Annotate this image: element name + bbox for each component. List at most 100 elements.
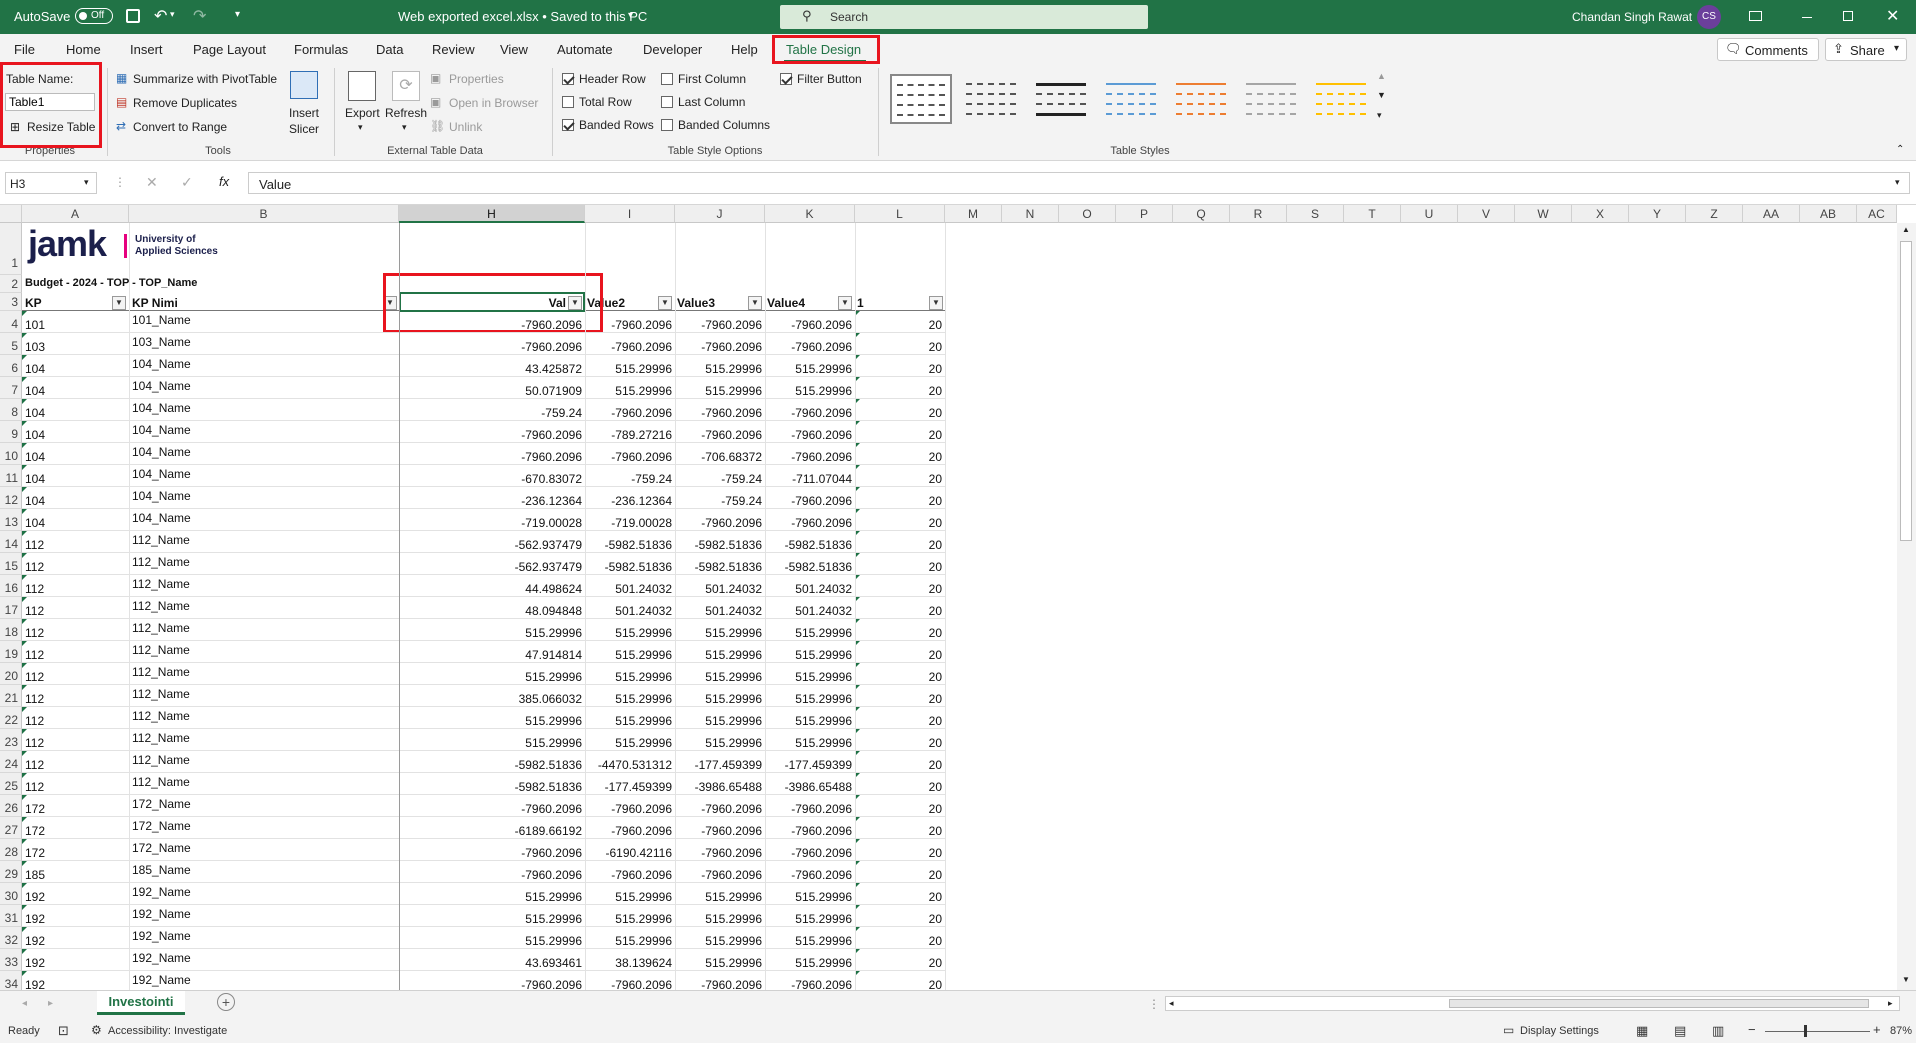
checkbox-icon[interactable] (661, 96, 673, 108)
undo-icon[interactable]: ↶ (154, 6, 167, 26)
cell-b[interactable]: 192_Name (132, 973, 399, 987)
error-indicator-icon[interactable] (22, 311, 27, 316)
column-header[interactable]: A (22, 205, 129, 223)
cell-h[interactable]: -7960.2096 (399, 802, 585, 816)
cell-k[interactable]: -7960.2096 (765, 340, 855, 354)
header-kp[interactable]: KP (25, 296, 42, 310)
cell-h[interactable]: 43.425872 (399, 362, 585, 376)
cell-l[interactable]: 20 (855, 758, 945, 772)
ribbon-display-icon[interactable] (1749, 11, 1762, 21)
cell-k[interactable]: 515.29996 (765, 648, 855, 662)
cell-i[interactable]: -236.12364 (585, 494, 675, 508)
filter-button-option[interactable]: Filter Button (780, 72, 862, 86)
cell-a[interactable]: 104 (25, 516, 129, 530)
cell-a[interactable]: 112 (25, 736, 129, 750)
header-value3[interactable]: Value3 (677, 296, 715, 310)
cell-h[interactable]: 515.29996 (399, 934, 585, 948)
cell-a[interactable]: 103 (25, 340, 129, 354)
formula-input[interactable]: Value ▾ (248, 172, 1910, 194)
error-indicator-icon[interactable] (22, 839, 27, 844)
table-style-swatch-gray[interactable] (1240, 74, 1302, 124)
cell-a[interactable]: 104 (25, 362, 129, 376)
cell-l[interactable]: 20 (855, 890, 945, 904)
cell-i[interactable]: -7960.2096 (585, 406, 675, 420)
cell-b[interactable]: 112_Name (132, 687, 399, 701)
zoom-slider-thumb[interactable] (1804, 1025, 1807, 1037)
scrollbar-thumb[interactable] (1900, 241, 1912, 541)
cell-a[interactable]: 112 (25, 758, 129, 772)
cell-h[interactable]: -7960.2096 (399, 318, 585, 332)
cell-a[interactable]: 112 (25, 626, 129, 640)
tab-page-layout[interactable]: Page Layout (193, 42, 266, 57)
display-settings[interactable]: Display Settings (1520, 1025, 1599, 1037)
table-style-swatch-gold[interactable] (1310, 74, 1372, 124)
checkbox-icon[interactable] (661, 73, 673, 85)
cell-h[interactable]: -6189.66192 (399, 824, 585, 838)
column-header[interactable]: U (1401, 205, 1458, 223)
cell-b[interactable]: 192_Name (132, 885, 399, 899)
cell-l[interactable]: 20 (855, 406, 945, 420)
table-style-swatch-blue[interactable] (1100, 74, 1162, 124)
cell-a[interactable]: 172 (25, 802, 129, 816)
cell-k[interactable]: 515.29996 (765, 912, 855, 926)
row-header[interactable]: 31 (0, 905, 22, 927)
error-indicator-icon[interactable] (22, 883, 27, 888)
cell-l[interactable]: 20 (855, 582, 945, 596)
cell-j[interactable]: -759.24 (675, 494, 765, 508)
cell-i[interactable]: 515.29996 (585, 912, 675, 926)
cell-k[interactable]: -7960.2096 (765, 406, 855, 420)
user-name[interactable]: Chandan Singh Rawat (1572, 10, 1692, 24)
cell-j[interactable]: 515.29996 (675, 626, 765, 640)
cell-l[interactable]: 20 (855, 824, 945, 838)
header-kp-nimi[interactable]: KP Nimi (132, 296, 178, 310)
cell-i[interactable]: 515.29996 (585, 890, 675, 904)
undo-dropdown-icon[interactable]: ▾ (170, 9, 175, 20)
cell-l[interactable]: 20 (855, 956, 945, 970)
cell-i[interactable]: 515.29996 (585, 934, 675, 948)
cell-i[interactable]: -7960.2096 (585, 978, 675, 990)
cell-k[interactable]: 515.29996 (765, 692, 855, 706)
cell-i[interactable]: -177.459399 (585, 780, 675, 794)
row-header[interactable]: 25 (0, 773, 22, 795)
column-header[interactable]: X (1572, 205, 1629, 223)
cell-b[interactable]: 112_Name (132, 577, 399, 591)
gallery-up-icon[interactable]: ▲ (1377, 71, 1386, 81)
cell-a[interactable]: 104 (25, 450, 129, 464)
cell-b[interactable]: 112_Name (132, 709, 399, 723)
cell-b[interactable]: 104_Name (132, 445, 399, 459)
tab-automate[interactable]: Automate (557, 42, 613, 57)
error-indicator-icon[interactable] (22, 751, 27, 756)
cell-h[interactable]: 515.29996 (399, 736, 585, 750)
cell-a[interactable]: 112 (25, 604, 129, 618)
cell-j[interactable]: -3986.65488 (675, 780, 765, 794)
save-icon[interactable] (126, 9, 140, 23)
cell-i[interactable]: -719.00028 (585, 516, 675, 530)
accessibility-status[interactable]: Accessibility: Investigate (108, 1025, 227, 1037)
error-indicator-icon[interactable] (22, 399, 27, 404)
cell-b[interactable]: 104_Name (132, 401, 399, 415)
cell-h[interactable]: -5982.51836 (399, 780, 585, 794)
cell-h[interactable]: -7960.2096 (399, 428, 585, 442)
cell-k[interactable]: -7960.2096 (765, 824, 855, 838)
row-header[interactable]: 33 (0, 949, 22, 971)
filter-dropdown-icon[interactable]: ▼ (112, 296, 126, 310)
cell-h[interactable]: 385.066032 (399, 692, 585, 706)
cell-k[interactable]: 515.29996 (765, 626, 855, 640)
cell-l[interactable]: 20 (855, 384, 945, 398)
cell-a[interactable]: 104 (25, 428, 129, 442)
row-header[interactable]: 7 (0, 377, 22, 399)
cell-b[interactable]: 112_Name (132, 643, 399, 657)
row-header[interactable]: 12 (0, 487, 22, 509)
row-header[interactable]: 29 (0, 861, 22, 883)
cell-h[interactable]: 44.498624 (399, 582, 585, 596)
row-header[interactable]: 34 (0, 971, 22, 990)
cell-l[interactable]: 20 (855, 362, 945, 376)
cell-a[interactable]: 101 (25, 318, 129, 332)
horizontal-scrollbar[interactable]: ◂ ▸ (1165, 996, 1900, 1011)
banded-rows-option[interactable]: Banded Rows (562, 118, 654, 132)
error-indicator-icon[interactable] (22, 971, 27, 976)
error-indicator-icon[interactable] (22, 949, 27, 954)
cell-l[interactable]: 20 (855, 494, 945, 508)
cell-j[interactable]: -5982.51836 (675, 538, 765, 552)
cell-l[interactable]: 20 (855, 472, 945, 486)
